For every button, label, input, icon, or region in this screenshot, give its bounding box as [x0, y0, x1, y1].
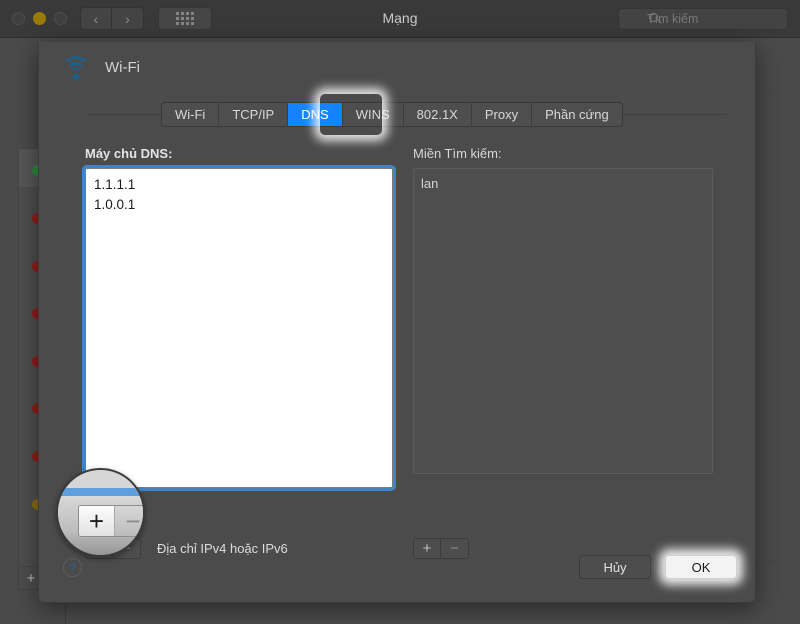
magnified-add-dns-server-button[interactable]: + — [79, 506, 115, 536]
ok-button[interactable]: OK — [665, 555, 737, 579]
service-name-label: Wi-Fi — [105, 59, 140, 76]
dns-servers-label: Máy chủ DNS: — [85, 146, 393, 161]
search-domains-controls: + − — [413, 538, 469, 559]
dns-address-hint: Địa chỉ IPv4 hoặc IPv6 — [157, 541, 288, 556]
search-domains-label: Miền Tìm kiếm: — [413, 146, 715, 161]
remove-search-domain-button[interactable]: − — [441, 539, 468, 558]
magnified-add-remove-segmented: + − — [78, 505, 145, 537]
tab-proxy[interactable]: Proxy — [472, 103, 532, 126]
sheet-header: Wi-Fi — [61, 56, 140, 78]
tab-wifi[interactable]: Wi-Fi — [162, 103, 219, 126]
list-item[interactable]: lan — [421, 174, 705, 193]
search-domains-column: Miền Tìm kiếm: lan — [413, 146, 715, 474]
domain-add-remove-segmented: + − — [413, 538, 469, 559]
add-search-domain-button[interactable]: + — [414, 539, 441, 558]
help-button[interactable]: ? — [63, 558, 82, 577]
cancel-button[interactable]: Hủy — [579, 555, 651, 579]
tab-8021x[interactable]: 802.1X — [404, 103, 472, 126]
window-titlebar: ‹ › Mạng Tìm kiếm — [0, 0, 800, 38]
tab-dns[interactable]: DNS — [288, 103, 342, 126]
sheet-footer-buttons: Hủy OK — [579, 555, 737, 579]
tab-wins[interactable]: WINS — [343, 103, 404, 126]
magnified-remove-dns-server-button[interactable]: − — [115, 506, 145, 536]
search-domains-list[interactable]: lan — [413, 168, 713, 474]
dns-settings-sheet: Wi-Fi Wi-Fi TCP/IP DNS WINS 802.1X Proxy… — [38, 42, 756, 603]
search-icon — [649, 13, 658, 22]
list-item[interactable]: 1.1.1.1 — [94, 175, 384, 195]
wifi-icon — [61, 56, 91, 78]
dns-servers-column: Máy chủ DNS: 1.1.1.1 1.0.0.1 — [85, 146, 393, 488]
settings-tabs: Wi-Fi TCP/IP DNS WINS 802.1X Proxy Phần … — [161, 102, 623, 127]
tab-tcpip[interactable]: TCP/IP — [219, 103, 288, 126]
dns-servers-list[interactable]: 1.1.1.1 1.0.0.1 — [85, 168, 393, 488]
magnifier-loupe: + − — [56, 468, 145, 557]
list-item[interactable]: 1.0.0.1 — [94, 195, 384, 215]
tab-hardware[interactable]: Phần cứng — [532, 103, 622, 126]
app-root: ‹ › Mạng Tìm kiếm + — [0, 0, 800, 624]
search-input[interactable]: Tìm kiếm — [618, 8, 788, 30]
